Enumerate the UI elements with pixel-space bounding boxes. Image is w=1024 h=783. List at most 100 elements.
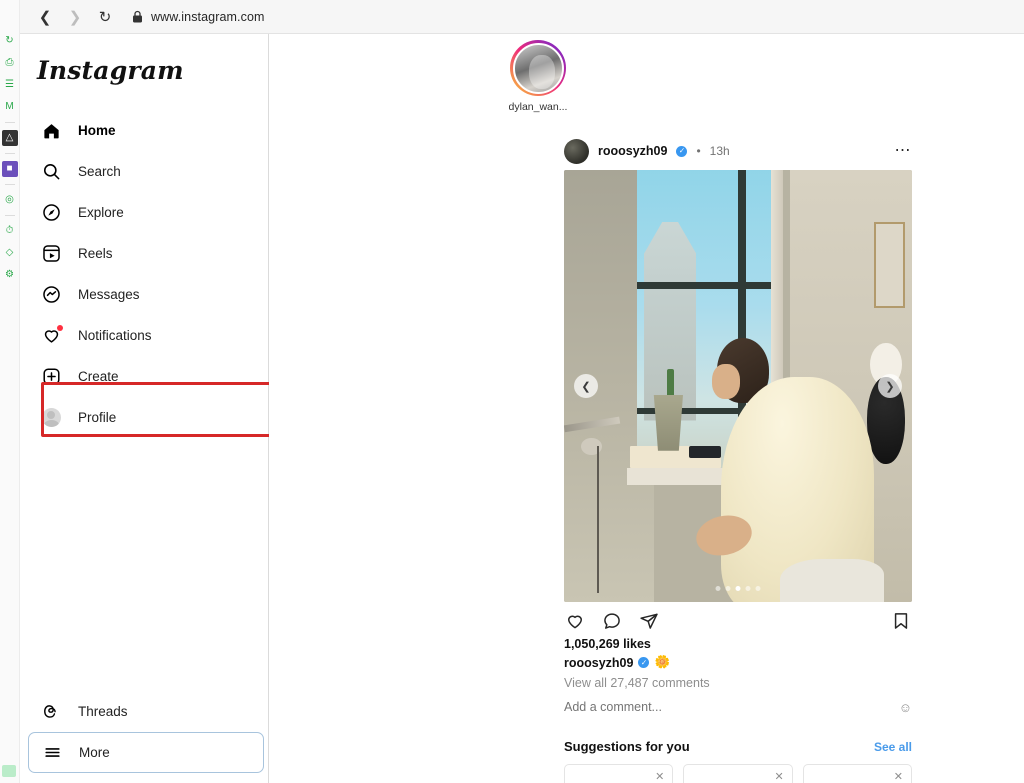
feed-post: rooosyzh09 ✓ • 13h ⋯ ❮ ❯ 1,050,269 likes… xyxy=(564,132,912,783)
notification-badge xyxy=(57,324,63,331)
post-header: rooosyzh09 ✓ • 13h ⋯ xyxy=(564,132,912,170)
story-avatar xyxy=(512,42,564,94)
comment-bubble-icon[interactable] xyxy=(601,610,623,632)
see-all-link[interactable]: See all xyxy=(874,740,912,754)
sidebar-item-home[interactable]: Home xyxy=(28,110,264,151)
carousel-dot[interactable] xyxy=(715,586,721,591)
carousel-dot[interactable] xyxy=(755,586,761,591)
sidebar-item-explore[interactable]: Explore xyxy=(28,192,264,233)
carousel-dot[interactable] xyxy=(725,586,731,591)
share-paperplane-icon[interactable] xyxy=(638,610,660,632)
post-caption: rooosyzh09 ✓ 🌼 xyxy=(564,655,912,670)
close-icon[interactable]: ✕ xyxy=(894,770,903,783)
like-heart-icon[interactable] xyxy=(564,610,586,632)
sidebar-item-search[interactable]: Search xyxy=(28,151,264,192)
green-badge-icon[interactable] xyxy=(2,765,16,777)
reels-icon xyxy=(40,243,62,265)
chevron-right-icon[interactable]: ❯ xyxy=(878,374,902,398)
printer-icon[interactable]: ⎙ xyxy=(2,52,18,74)
suggestion-card-list: ✕ ✕ ✕ xyxy=(564,764,912,783)
post-separator: • xyxy=(696,144,701,158)
media-person-skirt xyxy=(779,558,885,602)
sidebar-item-threads[interactable]: Threads xyxy=(28,691,264,732)
rail-divider xyxy=(4,184,15,185)
view-all-comments-link[interactable]: View all 27,487 comments xyxy=(564,676,912,690)
notebook-icon[interactable]: ☰ xyxy=(2,74,18,96)
rail-divider xyxy=(4,153,15,154)
rail-divider xyxy=(4,122,15,123)
story-username: dylan_wan... xyxy=(508,101,568,113)
post-action-bar xyxy=(564,602,912,636)
carousel-dot-active[interactable] xyxy=(735,586,741,591)
caret-dark-icon[interactable]: △ xyxy=(1,130,18,146)
instagram-logo[interactable]: Instagram xyxy=(37,56,184,85)
sidebar-item-label: Profile xyxy=(78,410,117,425)
post-timestamp: 13h xyxy=(709,144,730,158)
sidebar-item-label: Reels xyxy=(78,246,113,261)
sidebar-item-more[interactable]: More xyxy=(28,732,264,773)
post-author-avatar[interactable] xyxy=(564,138,589,164)
post-author-username[interactable]: rooosyzh09 xyxy=(598,144,667,158)
caption-username[interactable]: rooosyzh09 xyxy=(564,656,633,670)
post-media-carousel[interactable]: ❮ ❯ xyxy=(564,170,912,602)
sidebar-item-profile[interactable]: Profile xyxy=(28,397,264,438)
sidebar-item-messages[interactable]: Messages xyxy=(28,274,264,315)
story-ring xyxy=(510,40,566,96)
sidebar-item-create[interactable]: Create xyxy=(28,356,264,397)
media-person-face xyxy=(711,364,740,399)
refresh-arrow-icon[interactable]: ↻ xyxy=(2,30,18,52)
instagram-browser-window: ↻ ⎙ ☰ M △ ■ ◎ ⏱ ◇ ⚙ ❮ ❯ ↻ www.instagram.… xyxy=(0,0,1024,783)
suggestions-title: Suggestions for you xyxy=(564,739,690,754)
caption-emoji: 🌼 xyxy=(654,655,671,669)
threads-icon xyxy=(40,701,62,723)
like-count[interactable]: 1,050,269 likes xyxy=(564,637,912,651)
back-arrow-icon[interactable]: ❮ xyxy=(30,3,60,31)
heart-icon xyxy=(40,324,63,347)
more-options-icon[interactable]: ⋯ xyxy=(895,143,913,159)
sidebar-item-reels[interactable]: Reels xyxy=(28,233,264,274)
forward-arrow-icon[interactable]: ❯ xyxy=(60,3,90,31)
search-icon xyxy=(40,161,62,183)
close-icon[interactable]: ✕ xyxy=(774,770,783,783)
sidebar-item-label: Notifications xyxy=(78,328,152,343)
sidebar-nav-list: Home Search Explore Reels Messages Notif… xyxy=(28,110,264,438)
story-item[interactable]: dylan_wan... xyxy=(502,40,574,113)
add-comment-input[interactable] xyxy=(564,700,899,714)
sidebar-item-label: Create xyxy=(78,369,119,384)
hamburger-icon xyxy=(41,742,63,764)
suggestions-header: Suggestions for you See all xyxy=(564,739,912,754)
bookmark-icon[interactable] xyxy=(890,610,912,632)
play-circle-icon[interactable]: ◎ xyxy=(2,189,18,211)
verified-badge-icon: ✓ xyxy=(676,145,688,157)
window-purple-icon[interactable]: ■ xyxy=(1,161,18,177)
sidebar-item-label: Messages xyxy=(78,287,140,302)
emoji-smiley-icon[interactable]: ☺ xyxy=(899,700,912,715)
plus-square-icon xyxy=(40,366,62,388)
close-icon[interactable]: ✕ xyxy=(655,770,664,783)
sidebar-item-label: More xyxy=(79,745,110,760)
gear-icon[interactable]: ⚙ xyxy=(2,264,18,286)
box-icon[interactable]: ◇ xyxy=(2,242,18,264)
reload-icon[interactable]: ↻ xyxy=(90,3,120,31)
browser-toolbar: ❮ ❯ ↻ www.instagram.com xyxy=(20,0,1024,34)
instagram-sidebar: Instagram Home Search Explore Reels Mess… xyxy=(20,34,287,783)
suggestion-card[interactable]: ✕ xyxy=(802,764,912,783)
compass-icon xyxy=(40,202,62,224)
carousel-dot[interactable] xyxy=(745,586,751,591)
sidebar-item-notifications[interactable]: Notifications xyxy=(28,315,264,356)
add-comment-row: ☺ xyxy=(564,697,912,717)
media-cord xyxy=(597,446,600,594)
carousel-dots xyxy=(715,586,761,591)
suggestion-card[interactable]: ✕ xyxy=(683,764,793,783)
address-bar-url[interactable]: www.instagram.com xyxy=(151,10,265,24)
suggestion-card[interactable]: ✕ xyxy=(564,764,674,783)
clock-icon[interactable]: ⏱ xyxy=(2,220,18,242)
chevron-left-icon[interactable]: ❮ xyxy=(574,374,598,398)
sidebar-item-label: Search xyxy=(78,164,121,179)
rail-divider xyxy=(4,215,15,216)
mail-m-icon[interactable]: M xyxy=(2,96,18,118)
profile-avatar-icon xyxy=(40,407,62,429)
browser-extension-rail: ↻ ⎙ ☰ M △ ■ ◎ ⏱ ◇ ⚙ xyxy=(0,0,20,783)
verified-badge-icon: ✓ xyxy=(638,657,650,668)
media-plant-sprout xyxy=(666,368,674,399)
